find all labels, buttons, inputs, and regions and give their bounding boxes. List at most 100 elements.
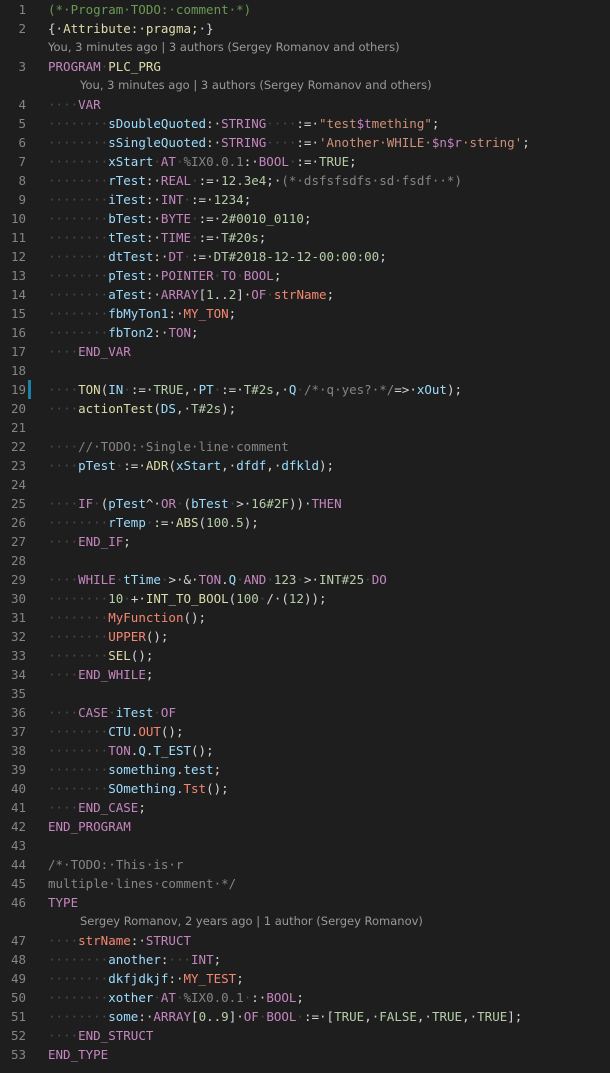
code-line[interactable]: 10 ········bTest:·BYTE·:=·2#0010_0110; [0,209,610,228]
code-line[interactable]: 19 ····TON(IN·:=·TRUE,·PT·:=·T#2s,·Q·/*·q… [0,380,610,399]
code-line[interactable]: 13 ········pTest:·POINTER·TO·BOOL; [0,266,610,285]
line-number: 2 [18,21,26,36]
code-line[interactable]: 15 ········fbMyTon1:·MY_TON; [0,304,610,323]
line-number: 45 [10,876,26,891]
code-text: {·Attribute:·pragma;·} [48,21,214,36]
blame-annotation[interactable]: Sergey Romanov, 2 years ago | 1 author (… [0,912,610,931]
code-text: ····END_VAR [48,344,131,359]
line-number: 33 [10,648,26,663]
line-number: 36 [10,705,26,720]
code-text: ········xStart·AT·%IX0.0.1:·BOOL·:=·TRUE… [48,154,357,169]
code-line[interactable]: 16 ········fbTon2:·TON; [0,323,610,342]
code-line[interactable]: 44 /*·TODO:·This·is·r [0,855,610,874]
code-text: ········dtTest:·DT·:=·DT#2018-12-12-00:0… [48,249,387,264]
code-text: ········fbTon2:·TON; [48,325,199,340]
code-line[interactable]: 32 ········UPPER(); [0,627,610,646]
code-line[interactable]: 4 ····VAR [0,95,610,114]
line-number: 26 [10,515,26,530]
code-line[interactable]: 20 ····actionTest(DS,·T#2s); [0,399,610,418]
code-line[interactable]: 53 END_TYPE [0,1045,610,1064]
line-number: 18 [10,363,26,378]
code-line[interactable]: 50 ········xother·AT·%IX0.0.1·:·BOOL; [0,988,610,1007]
code-line[interactable]: 30 ········10·+·INT_TO_BOOL(100·/·(12)); [0,589,610,608]
code-text: END_TYPE [48,1047,109,1062]
line-number: 12 [10,249,26,264]
code-line[interactable]: 46 TYPE [0,893,610,912]
code-line[interactable]: 11 ········tTest:·TIME·:=·T#20s; [0,228,610,247]
code-line[interactable]: 34 ····END_WHILE; [0,665,610,684]
code-line[interactable]: 12 ········dtTest:·DT·:=·DT#2018-12-12-00… [0,247,610,266]
code-line[interactable]: 41 ····END_CASE; [0,798,610,817]
line-number: 53 [10,1047,26,1062]
code-text: ····END_WHILE; [48,667,154,682]
line-number: 32 [10,629,26,644]
code-text: ····pTest·:=·ADR(xStart,·dfdf,·dfkld); [48,458,335,473]
code-line[interactable]: 43 [0,836,610,855]
code-text: END_PROGRAM [48,819,131,834]
code-line[interactable]: 38 ········TON.Q.T_EST(); [0,741,610,760]
code-line[interactable]: 7 ········xStart·AT·%IX0.0.1:·BOOL·:=·TRU… [0,152,610,171]
blame-annotation[interactable]: You, 3 minutes ago | 3 authors (Sergey R… [0,76,610,95]
code-line[interactable]: 33 ········SEL(); [0,646,610,665]
code-line[interactable]: 8 ········rTest:·REAL·:=·12.3e4;·(*·dsfsf… [0,171,610,190]
code-line[interactable]: 24 [0,475,610,494]
code-line[interactable]: 26 ········rTemp·:=·ABS(100.5); [0,513,610,532]
code-line[interactable]: 47 ····strName:·STRUCT [0,931,610,950]
line-number: 16 [10,325,26,340]
code-line[interactable]: 5 ········sDoubleQuoted:·STRING····:=·"te… [0,114,610,133]
code-text: ········aTest:·ARRAY[1..2]·OF·strName; [48,287,335,302]
code-editor[interactable]: 1 (*·Program·TODO:·comment·*) 2 {·Attribute… [0,0,610,1073]
line-number: 22 [10,439,26,454]
line-number: 17 [10,344,26,359]
code-line[interactable]: 35 [0,684,610,703]
code-line[interactable]: 2 {·Attribute:·pragma;·} [0,19,610,38]
code-line[interactable]: 42 END_PROGRAM [0,817,610,836]
code-text: ········sDoubleQuoted:·STRING····:=·"tes… [48,116,440,131]
code-line[interactable]: 22 ····//·TODO:·Single·line·comment [0,437,610,456]
code-text: ····strName:·STRUCT [48,933,192,948]
code-text: ········TON.Q.T_EST(); [48,743,214,758]
code-line[interactable]: 45 multiple·lines·comment·*/ [0,874,610,893]
code-line[interactable]: 31 ········MyFunction(); [0,608,610,627]
code-line[interactable]: 21 [0,418,610,437]
code-text: ····TON(IN·:=·TRUE,·PT·:=·T#2s,·Q·/*·q·y… [48,382,463,397]
code-line[interactable]: 17 ····END_VAR [0,342,610,361]
code-line[interactable]: 29 ····WHILE·tTime·>·&·TON.Q·AND·123·>·IN… [0,570,610,589]
blame-annotation[interactable]: You, 3 minutes ago | 3 authors (Sergey R… [0,38,610,57]
code-line[interactable]: 40 ········SOmething.Tst(); [0,779,610,798]
line-number: 48 [10,952,26,967]
code-line[interactable]: 6 ········sSingleQuoted:·STRING····:=·'An… [0,133,610,152]
code-line[interactable]: 36 ····CASE·iTest·OF [0,703,610,722]
code-line[interactable]: 18 [0,361,610,380]
code-line[interactable]: 25 ····IF·(pTest^·OR·(bTest·>·16#2F))·THE… [0,494,610,513]
code-line[interactable]: 49 ········dkfjdkjf:·MY_TEST; [0,969,610,988]
code-line[interactable]: 37 ········CTU.OUT(); [0,722,610,741]
line-number: 8 [18,173,26,188]
code-text: PROGRAM·PLC_PRG [48,59,161,74]
code-text: ····END_CASE; [48,800,146,815]
code-text: ····WHILE·tTime·>·&·TON.Q·AND·123·>·INT#… [48,572,387,587]
code-text: ········MyFunction(); [48,610,207,625]
code-text: ········another:···INT; [48,952,222,967]
code-line[interactable]: 28 [0,551,610,570]
code-line[interactable]: 51 ········some:·ARRAY[0..9]·OF·BOOL·:=·[… [0,1007,610,1026]
code-text: ····//·TODO:·Single·line·comment [48,439,289,454]
code-text: ····END_IF; [48,534,131,549]
code-line[interactable]: 9 ········iTest:·INT·:=·1234; [0,190,610,209]
line-number: 7 [18,154,26,169]
line-number: 25 [10,496,26,511]
code-text: TYPE [48,895,79,910]
code-line[interactable]: 52 ····END_STRUCT [0,1026,610,1045]
code-text: ········xother·AT·%IX0.0.1·:·BOOL; [48,990,304,1005]
code-text: ········iTest:·INT·:=·1234; [48,192,252,207]
code-line[interactable]: 39 ········something.test; [0,760,610,779]
code-line[interactable]: 27 ····END_IF; [0,532,610,551]
code-line[interactable]: 14 ········aTest:·ARRAY[1..2]·OF·strName; [0,285,610,304]
code-line[interactable]: 23 ····pTest·:=·ADR(xStart,·dfdf,·dfkld); [0,456,610,475]
code-text: ····IF·(pTest^·OR·(bTest·>·16#2F))·THEN [48,496,342,511]
line-number: 9 [18,192,26,207]
code-line[interactable]: 48 ········another:···INT; [0,950,610,969]
code-line[interactable]: 3 PROGRAM·PLC_PRG [0,57,610,76]
code-line[interactable]: 1 (*·Program·TODO:·comment·*) [0,0,610,19]
code-text: ········pTest:·POINTER·TO·BOOL; [48,268,282,283]
